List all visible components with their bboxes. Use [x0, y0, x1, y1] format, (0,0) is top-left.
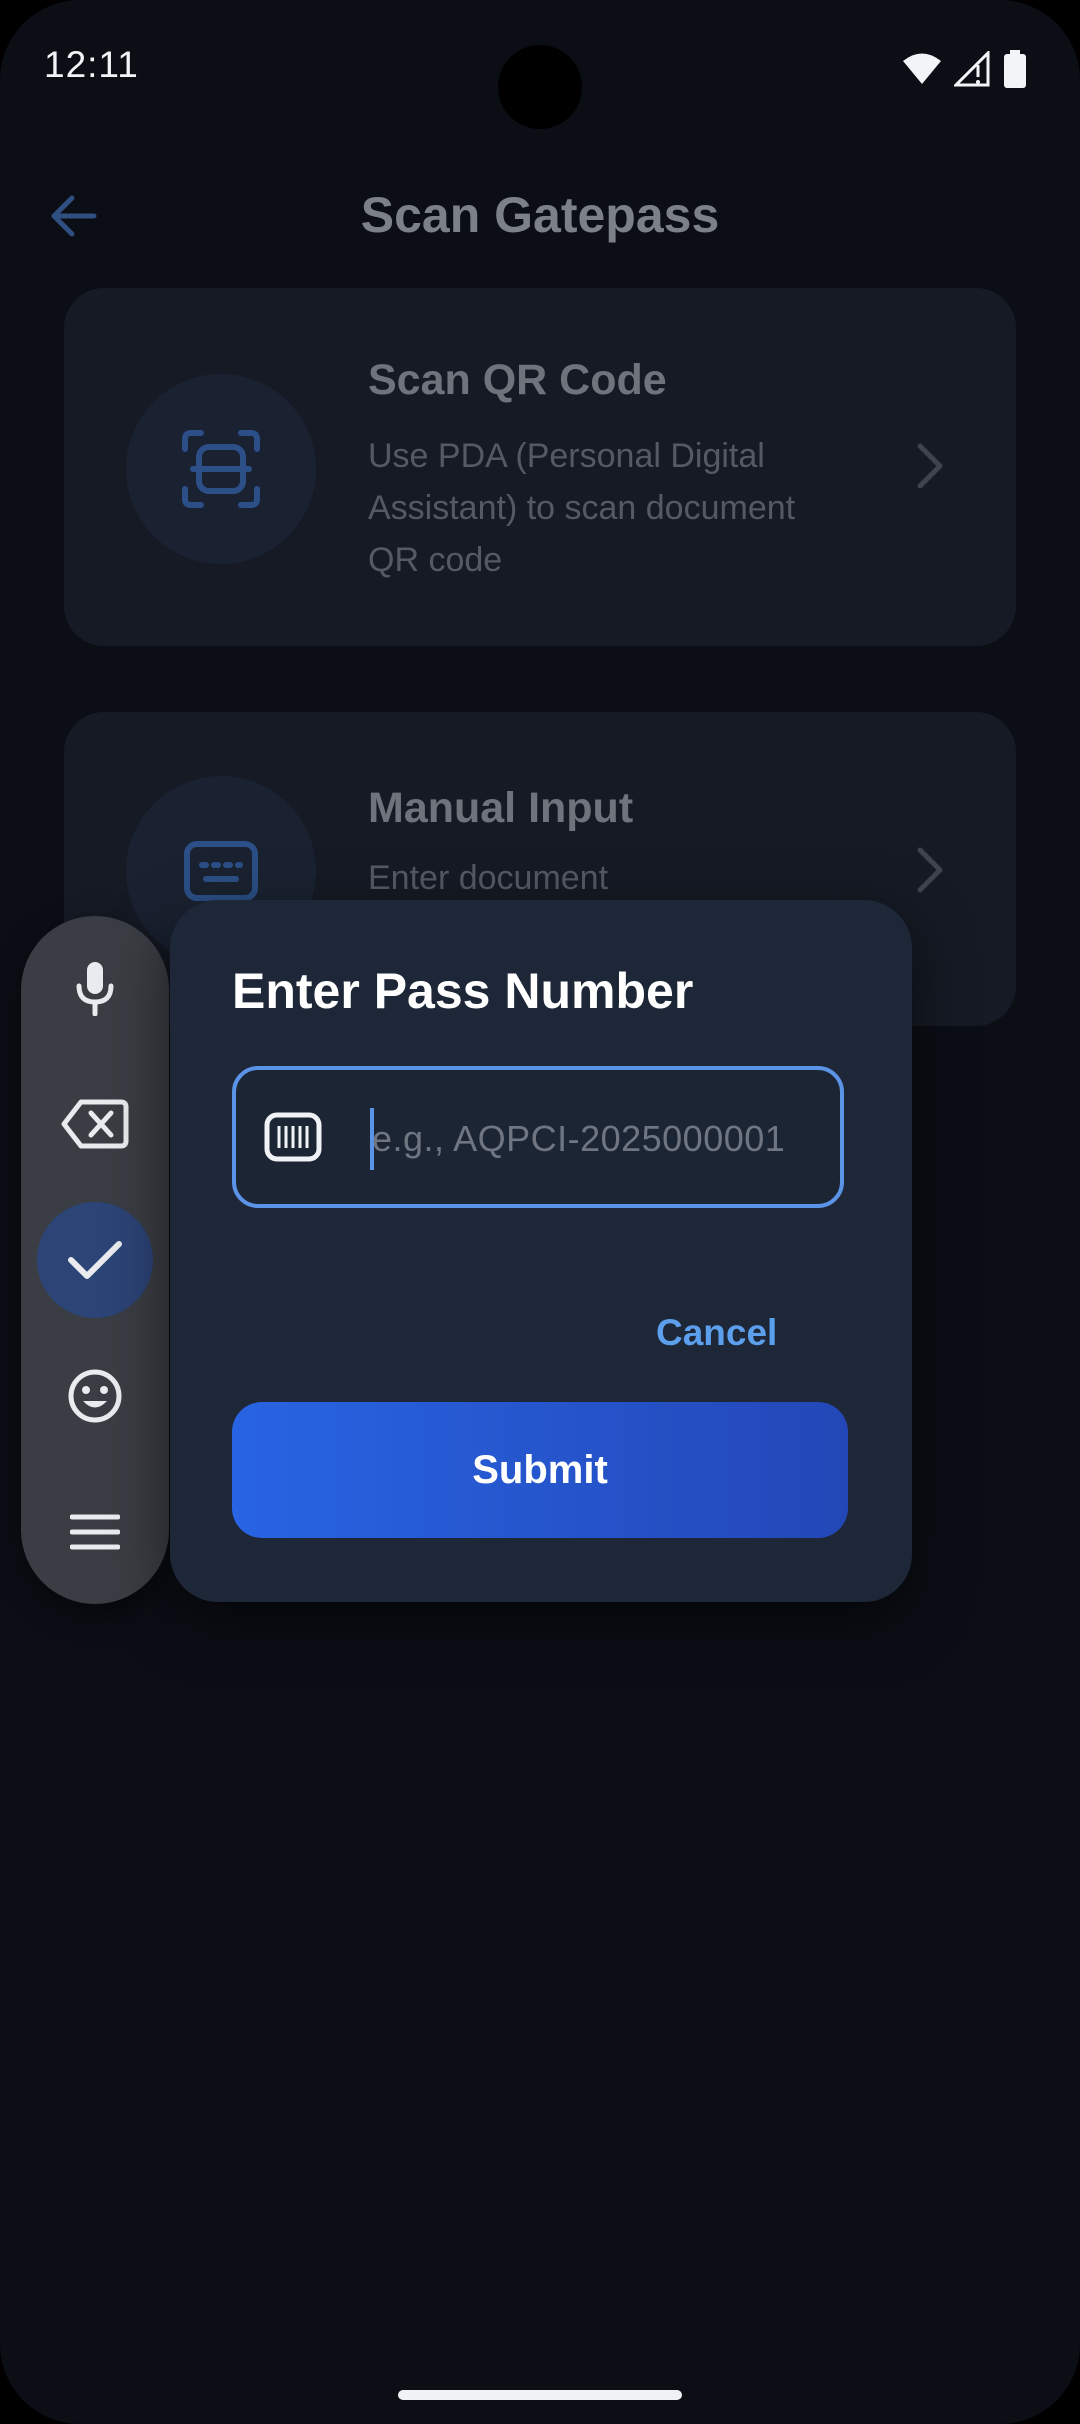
checkmark-icon — [68, 1241, 122, 1279]
menu-button[interactable] — [37, 1474, 153, 1590]
option-card-scan-qr[interactable]: Scan QR Code Use PDA (Personal Digital A… — [64, 288, 1016, 646]
cancel-button[interactable]: Cancel — [656, 1312, 777, 1354]
menu-icon — [70, 1514, 120, 1550]
done-button[interactable] — [37, 1202, 153, 1318]
submit-button[interactable]: Submit — [232, 1402, 848, 1538]
qr-scan-icon — [182, 430, 260, 508]
barcode-icon — [264, 1112, 322, 1162]
screen-title: Scan Gatepass — [360, 187, 720, 243]
dialog-title: Enter Pass Number — [232, 963, 694, 1019]
chevron-right-icon — [917, 847, 943, 893]
option-description: Use PDA (Personal Digital Assistant) to … — [368, 437, 796, 579]
option-title: Manual Input — [368, 784, 634, 832]
chevron-right-icon — [917, 443, 943, 489]
microphone-icon — [76, 962, 114, 1016]
emoji-icon — [68, 1369, 122, 1423]
pass-number-input[interactable] — [372, 1106, 832, 1172]
home-indicator[interactable] — [398, 2390, 682, 2400]
keyboard-icon — [184, 841, 258, 901]
option-icon-circle — [126, 374, 316, 564]
microphone-button[interactable] — [37, 930, 153, 1046]
phone-screen: 12:11 Scan Gatepass Scan QR Code Use PDA… — [0, 0, 1080, 2424]
backspace-button[interactable] — [37, 1066, 153, 1182]
option-title: Scan QR Code — [368, 356, 667, 404]
option-description: Enter document — [368, 859, 609, 897]
emoji-button[interactable] — [37, 1338, 153, 1454]
pass-number-field-container[interactable] — [232, 1066, 844, 1208]
enter-pass-dialog: Enter Pass Number Cancel Submit — [170, 900, 912, 1602]
backspace-icon — [61, 1099, 129, 1149]
